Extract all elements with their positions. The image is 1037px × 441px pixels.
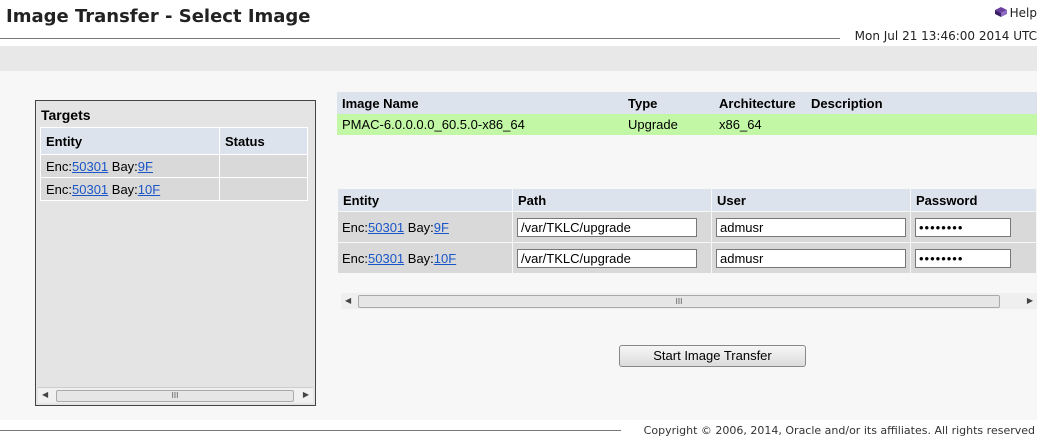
- enc-link[interactable]: 50301: [368, 220, 404, 235]
- enc-link[interactable]: 50301: [72, 159, 108, 174]
- copyright-text: Copyright © 2006, 2014, Oracle and/or it…: [643, 424, 1035, 437]
- targets-panel: Targets Entity Status Enc:50301 Bay:9F E…: [35, 100, 316, 406]
- path-cell: /var/TKLC/upgrade: [512, 242, 712, 274]
- image-header-row: Image Name Type Architecture Description: [337, 92, 1037, 114]
- target-entity: Enc:50301 Bay:10F: [40, 177, 220, 201]
- table-row: Enc:50301 Bay:9F /var/TKLC/upgrade admus…: [337, 211, 1037, 243]
- scroll-left-arrow-icon[interactable]: ◀: [345, 296, 351, 305]
- scroll-thumb[interactable]: III: [56, 390, 294, 402]
- bay-link[interactable]: 10F: [138, 182, 160, 197]
- target-entity: Enc:50301 Bay:9F: [40, 154, 220, 178]
- targets-title: Targets: [41, 107, 91, 123]
- transfer-table: Entity Path User Password Enc:50301 Bay:…: [337, 188, 1037, 274]
- transfer-col-password: Password: [910, 188, 1037, 212]
- start-image-transfer-button[interactable]: Start Image Transfer: [619, 345, 806, 367]
- user-input[interactable]: admusr: [716, 217, 906, 237]
- toolbar-bar: [0, 46, 1037, 71]
- targets-col-status: Status: [219, 127, 308, 155]
- password-cell: ••••••••: [910, 211, 1037, 243]
- table-row[interactable]: Enc:50301 Bay:10F: [40, 177, 308, 201]
- target-status: [219, 177, 308, 201]
- table-row[interactable]: Enc:50301 Bay:9F: [40, 154, 308, 178]
- transfer-horizontal-scrollbar[interactable]: ◀ III ▶: [341, 293, 1037, 309]
- scroll-thumb[interactable]: III: [358, 295, 1000, 308]
- targets-header-row: Entity Status: [40, 127, 308, 155]
- server-datetime: Mon Jul 21 13:46:00 2014 UTC: [854, 29, 1037, 43]
- image-col-name: Image Name: [337, 92, 623, 114]
- enc-link[interactable]: 50301: [368, 251, 404, 266]
- scroll-right-arrow-icon[interactable]: ▶: [1027, 296, 1033, 305]
- image-architecture: x86_64: [714, 114, 806, 135]
- bay-label: Bay:: [108, 158, 138, 174]
- path-input[interactable]: /var/TKLC/upgrade: [517, 217, 697, 237]
- user-input[interactable]: admusr: [716, 248, 906, 268]
- image-description: [806, 114, 1037, 135]
- table-row: Enc:50301 Bay:10F /var/TKLC/upgrade admu…: [337, 242, 1037, 274]
- transfer-header-row: Entity Path User Password: [337, 188, 1037, 212]
- image-col-type: Type: [623, 92, 714, 114]
- enc-label: Enc:: [342, 250, 369, 266]
- path-cell: /var/TKLC/upgrade: [512, 211, 712, 243]
- image-table: Image Name Type Architecture Description…: [337, 92, 1037, 135]
- help-link[interactable]: Help: [994, 6, 1037, 20]
- image-name: PMAC-6.0.0.0.0_60.5.0-x86_64: [337, 114, 623, 135]
- image-col-description: Description: [806, 92, 1037, 114]
- table-row[interactable]: PMAC-6.0.0.0.0_60.5.0-x86_64 Upgrade x86…: [337, 114, 1037, 135]
- scroll-left-arrow-icon[interactable]: ◀: [42, 390, 48, 399]
- transfer-col-path: Path: [512, 188, 712, 212]
- targets-horizontal-scrollbar[interactable]: ◀ III ▶: [38, 387, 313, 403]
- enc-label: Enc:: [342, 219, 369, 235]
- help-book-icon: [994, 7, 1007, 17]
- password-input[interactable]: ••••••••: [915, 217, 1011, 237]
- bay-label: Bay:: [404, 219, 434, 235]
- title-divider: [0, 38, 840, 39]
- enc-label: Enc:: [46, 181, 73, 197]
- user-cell: admusr: [711, 211, 911, 243]
- footer-divider: [0, 430, 621, 431]
- transfer-entity: Enc:50301 Bay:10F: [337, 242, 513, 274]
- user-cell: admusr: [711, 242, 911, 274]
- image-type: Upgrade: [623, 114, 714, 135]
- bay-label: Bay:: [108, 181, 138, 197]
- help-label[interactable]: Help: [1010, 6, 1037, 20]
- bay-link[interactable]: 9F: [434, 220, 449, 235]
- enc-link[interactable]: 50301: [72, 182, 108, 197]
- password-cell: ••••••••: [910, 242, 1037, 274]
- scroll-right-arrow-icon[interactable]: ▶: [303, 390, 309, 399]
- target-status: [219, 154, 308, 178]
- bay-label: Bay:: [404, 250, 434, 266]
- bay-link[interactable]: 10F: [434, 251, 456, 266]
- transfer-col-user: User: [711, 188, 911, 212]
- transfer-entity: Enc:50301 Bay:9F: [337, 211, 513, 243]
- page-title: Image Transfer - Select Image: [6, 6, 311, 27]
- bay-link[interactable]: 9F: [138, 159, 153, 174]
- transfer-col-entity: Entity: [337, 188, 513, 212]
- enc-label: Enc:: [46, 158, 73, 174]
- path-input[interactable]: /var/TKLC/upgrade: [517, 248, 697, 268]
- password-input[interactable]: ••••••••: [915, 248, 1011, 268]
- targets-col-entity: Entity: [40, 127, 220, 155]
- image-col-architecture: Architecture: [714, 92, 806, 114]
- targets-table: Entity Status Enc:50301 Bay:9F Enc:50301…: [40, 127, 308, 201]
